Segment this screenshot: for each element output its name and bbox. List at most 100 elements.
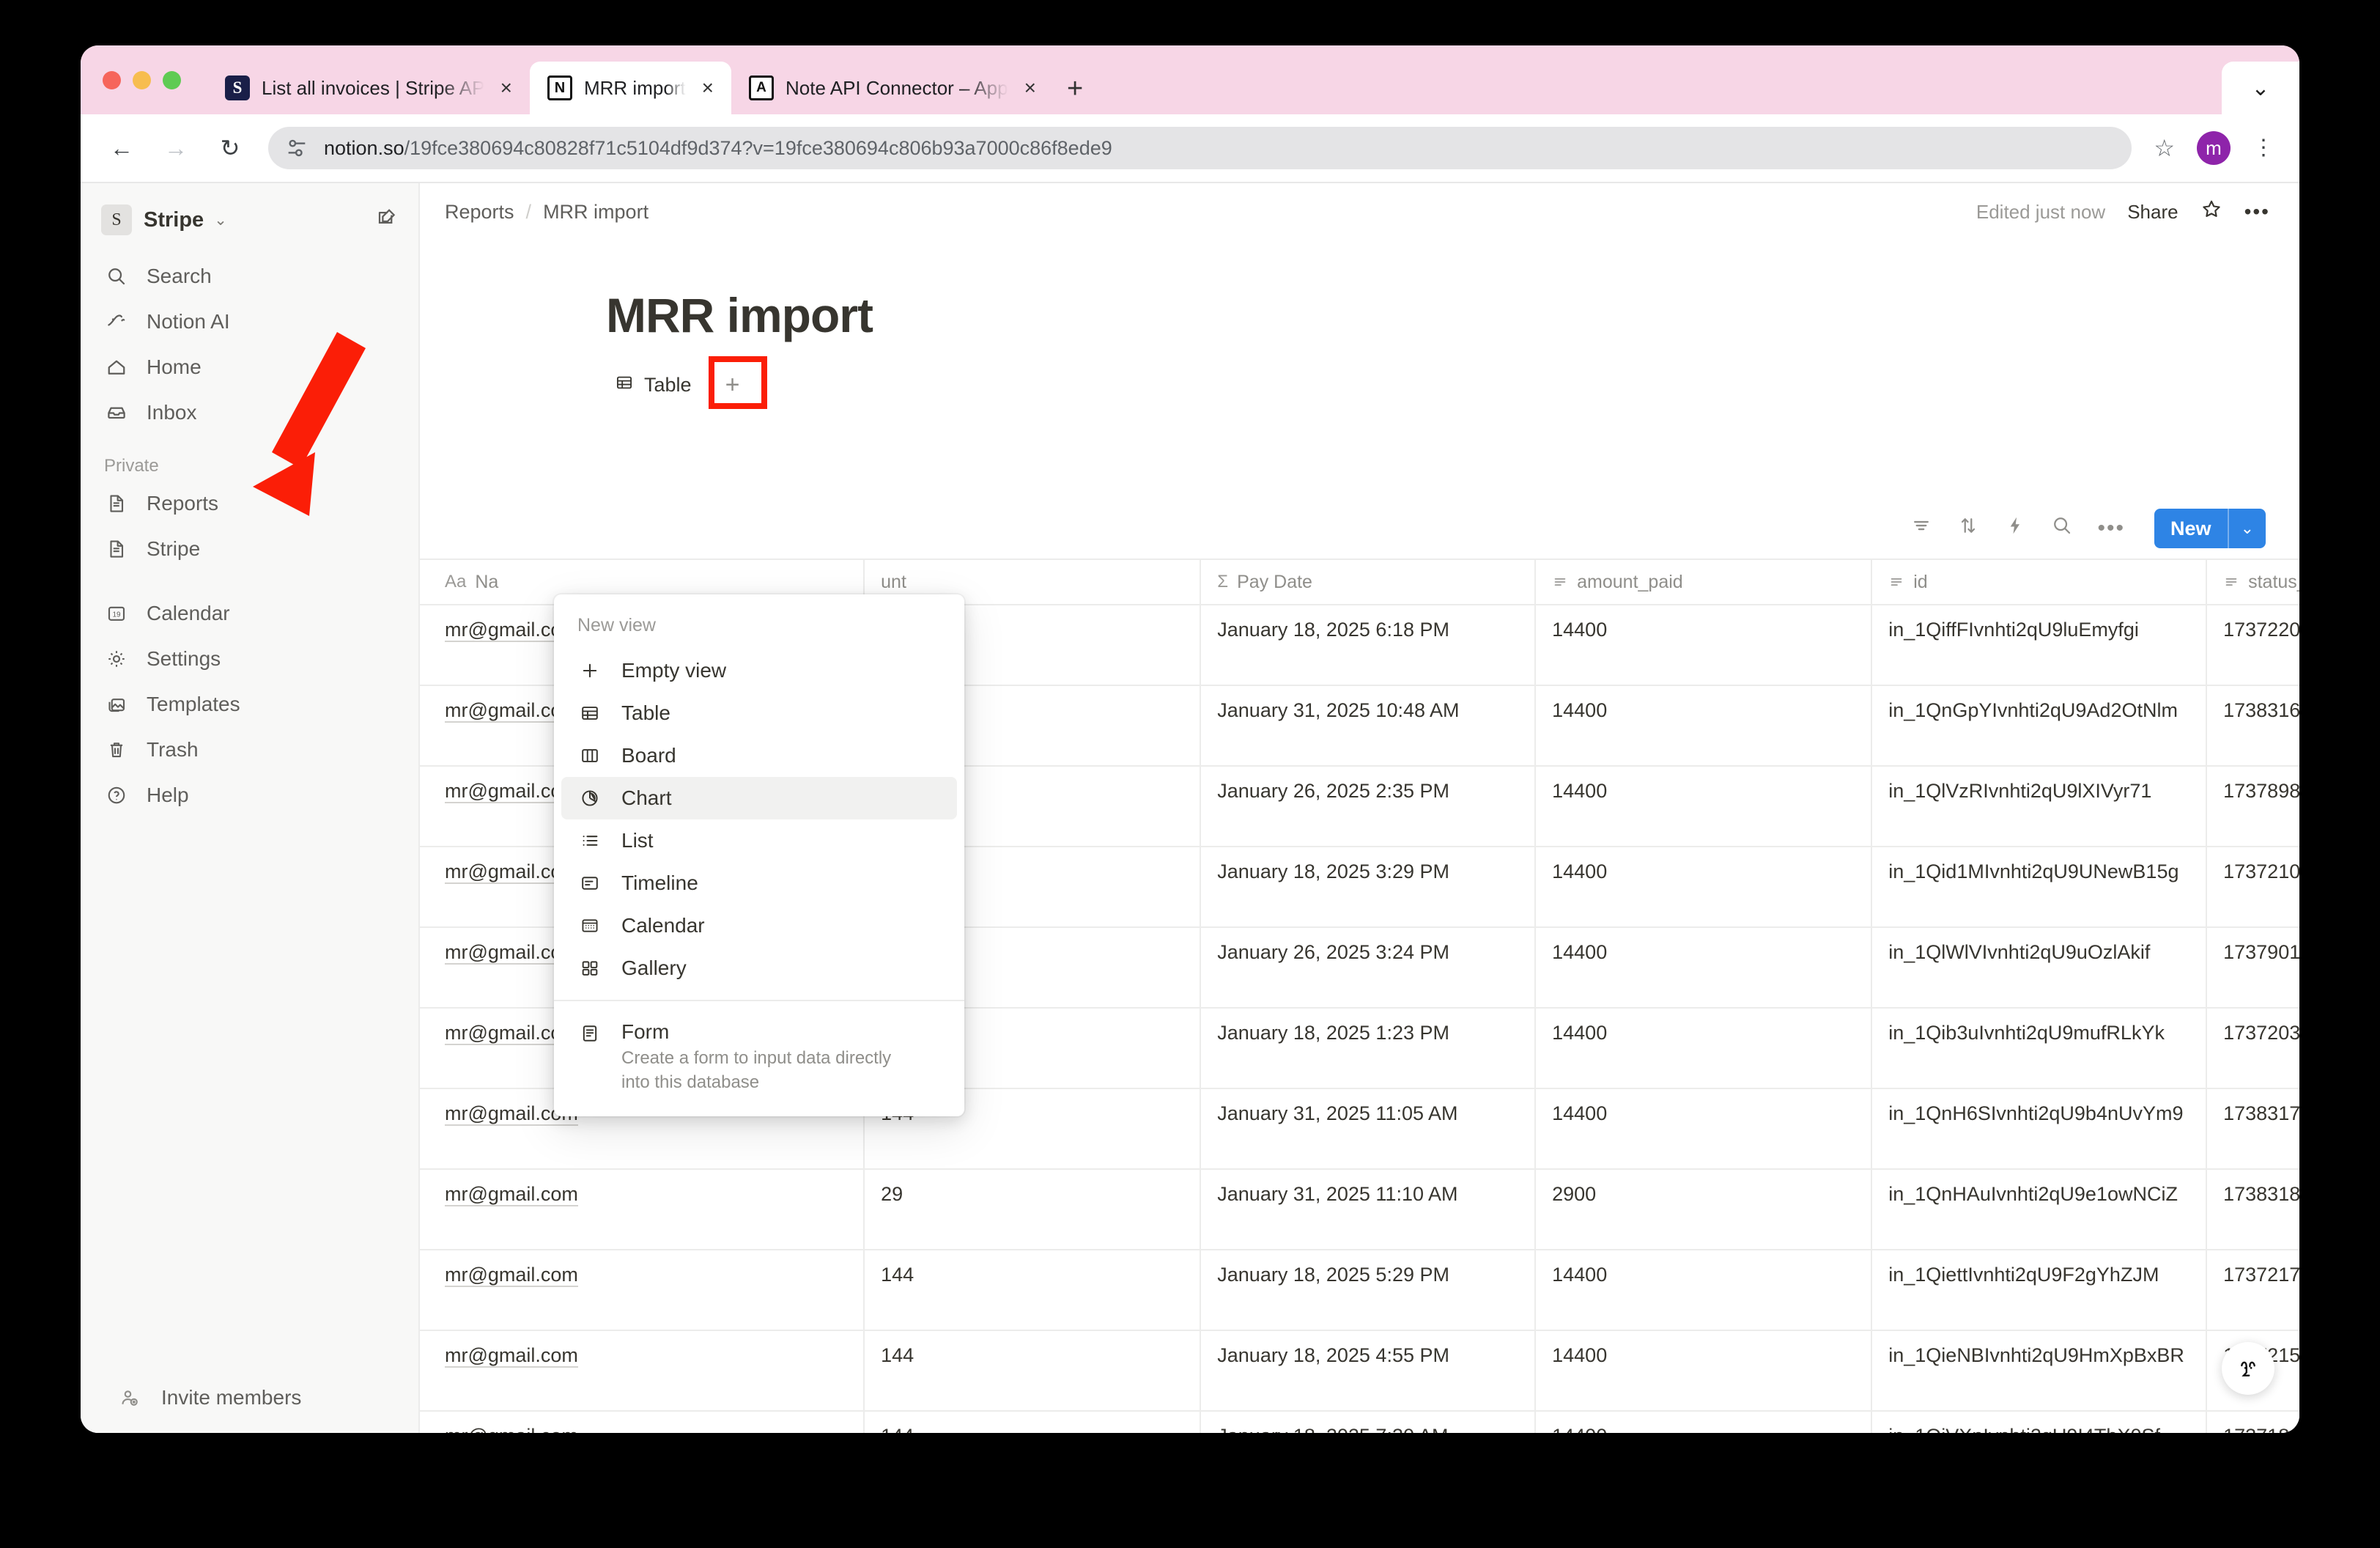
cell-pay-date[interactable]: January 18, 2025 1:23 PM [1200, 1008, 1537, 1089]
new-page-icon[interactable] [376, 207, 398, 234]
cell-pay-date[interactable]: January 18, 2025 3:29 PM [1200, 847, 1537, 928]
new-record-dropdown-chevron-down-icon[interactable]: ⌄ [2229, 509, 2266, 548]
cell-status-transitions-paid-at[interactable]: 1738316890 [2206, 685, 2299, 767]
cell-amount-paid[interactable]: 2900 [1535, 1169, 1873, 1250]
cell-id[interactable]: in_1QlVzRIvnhti2qU9lXIVyr71 [1871, 766, 2208, 847]
close-icon[interactable]: × [1020, 78, 1041, 98]
cell-id[interactable]: in_1QlWlVIvnhti2qU9uOzlAkif [1871, 927, 2208, 1009]
more-options-icon[interactable]: ••• [2098, 517, 2126, 539]
table-row[interactable]: mr@gmail.com 144 January 18, 2025 5:29 PM 1… [420, 1250, 2299, 1331]
cell-pay-date[interactable]: January 31, 2025 11:05 AM [1200, 1088, 1537, 1170]
back-button[interactable]: ← [106, 135, 138, 162]
sidebar-item-calendar[interactable]: 19 Calendar [94, 591, 405, 636]
cell-status-transitions-paid-at[interactable]: 1737217774 [2206, 1250, 2299, 1331]
browser-menu-icon[interactable]: ⋮ [2252, 137, 2274, 159]
close-icon[interactable]: × [496, 78, 517, 98]
column-header-amount-paid[interactable]: amount_paid [1535, 559, 1873, 605]
sidebar-item-search[interactable]: Search [94, 254, 405, 299]
view-tab-table[interactable]: Table [606, 367, 701, 403]
cell-amount[interactable]: 144 [864, 1411, 1202, 1433]
browser-tab-stripe-invoices[interactable]: S List all invoices | Stripe API Re × [207, 62, 530, 114]
page-more-options-icon[interactable]: ••• [2244, 201, 2270, 221]
invite-members-button[interactable]: Invite members [81, 1363, 418, 1433]
column-header-pay-date[interactable]: Σ Pay Date [1200, 559, 1537, 605]
cell-status-transitions-paid-at[interactable]: 1738318214 [2206, 1169, 2299, 1250]
menu-item-empty-view[interactable]: Empty view [561, 649, 957, 692]
menu-item-chart[interactable]: Chart [561, 777, 957, 819]
cell-pay-date[interactable]: January 26, 2025 2:35 PM [1200, 766, 1537, 847]
cell-name[interactable]: mr@gmail.com [420, 1330, 865, 1412]
close-window-button[interactable] [103, 70, 121, 89]
menu-item-board[interactable]: Board [561, 734, 957, 777]
cell-name[interactable]: mr@gmail.com [420, 1411, 865, 1433]
menu-item-form[interactable]: Form Create a form to input data directl… [561, 1011, 957, 1105]
cell-status-transitions-paid-at[interactable]: 1737203020 [2206, 1008, 2299, 1089]
cell-id[interactable]: in_1Qid1MIvnhti2qU9UNewB15g [1871, 847, 2208, 928]
column-header-status-transitions-paid-at[interactable]: status_transitions.paid… [2206, 559, 2299, 605]
cell-status-transitions-paid-at[interactable]: 1737210550 [2206, 847, 2299, 928]
cell-id[interactable]: in_1QiettIvnhti2qU9F2gYhZJM [1871, 1250, 2208, 1331]
reload-button[interactable]: ↻ [214, 134, 246, 162]
menu-item-calendar[interactable]: Calendar [561, 904, 957, 947]
browser-tab-note-api-connector[interactable]: A Note API Connector – App × [731, 62, 1054, 114]
notion-face-icon[interactable] [2222, 1342, 2274, 1395]
cell-id[interactable]: in_1QiffFIvnhti2qU9luEmyfgi [1871, 605, 2208, 686]
cell-amount[interactable]: 144 [864, 1330, 1202, 1412]
filter-icon[interactable] [1910, 515, 1932, 542]
cell-id[interactable]: in_1QiVXpIvnhti2qU9I4ThX0Sf [1871, 1411, 2208, 1433]
cell-pay-date[interactable]: January 31, 2025 10:48 AM [1200, 685, 1537, 767]
cell-name[interactable]: mr@gmail.com [420, 1169, 865, 1250]
tab-list-expand-button[interactable]: ⌄ [2222, 62, 2299, 114]
cell-amount-paid[interactable]: 14400 [1535, 1088, 1873, 1170]
name-link[interactable]: mr@gmail.com [445, 1344, 578, 1368]
name-link[interactable]: mr@gmail.com [445, 1264, 578, 1287]
menu-item-table[interactable]: Table [561, 692, 957, 734]
cell-status-transitions-paid-at[interactable]: 1737901487 [2206, 927, 2299, 1009]
sidebar-item-inbox[interactable]: Inbox [94, 390, 405, 435]
sidebar-item-help[interactable]: Help [94, 773, 405, 818]
cell-pay-date[interactable]: January 31, 2025 11:10 AM [1200, 1169, 1537, 1250]
address-bar[interactable]: notion.so/19fce380694c80828f71c5104df9d3… [268, 127, 2132, 169]
bookmark-star-icon[interactable]: ☆ [2154, 134, 2175, 162]
cell-id[interactable]: in_1Qib3uIvnhti2qU9mufRLkYk [1871, 1008, 2208, 1089]
table-row[interactable]: mr@gmail.com 144 January 18, 2025 4:55 PM 1… [420, 1330, 2299, 1412]
menu-item-gallery[interactable]: Gallery [561, 947, 957, 989]
new-tab-button[interactable]: + [1067, 75, 1083, 103]
sidebar-item-notion-ai[interactable]: Notion AI [94, 299, 405, 344]
cell-name[interactable]: mr@gmail.com [420, 1250, 865, 1331]
sidebar-item-home[interactable]: Home [94, 344, 405, 390]
sidebar-item-stripe[interactable]: Stripe [94, 526, 405, 572]
page-title[interactable]: MRR import [606, 287, 2299, 343]
cell-amount-paid[interactable]: 14400 [1535, 1330, 1873, 1412]
table-row[interactable]: mr@gmail.com144January 18, 2025 7:30 AM1… [420, 1411, 2299, 1433]
breadcrumb-item-mrr-import[interactable]: MRR import [543, 201, 648, 224]
forward-button[interactable]: → [160, 135, 192, 162]
cell-amount-paid[interactable]: 14400 [1535, 1411, 1873, 1433]
cell-amount-paid[interactable]: 14400 [1535, 766, 1873, 847]
name-link[interactable]: mr@gmail.com [445, 1425, 578, 1433]
cell-id[interactable]: in_1QnH6SIvnhti2qU9b4nUvYm9 [1871, 1088, 2208, 1170]
cell-id[interactable]: in_1QnGpYIvnhti2qU9Ad2OtNlm [1871, 685, 2208, 767]
cell-id[interactable]: in_1QnHAuIvnhti2qU9e1owNCiZ [1871, 1169, 2208, 1250]
cell-status-transitions-paid-at[interactable]: 1737220711 [2206, 605, 2299, 686]
menu-item-list[interactable]: List [561, 819, 957, 862]
automation-bolt-icon[interactable] [2004, 515, 2026, 542]
cell-amount-paid[interactable]: 14400 [1535, 605, 1873, 686]
cell-pay-date[interactable]: January 26, 2025 3:24 PM [1200, 927, 1537, 1009]
name-link[interactable]: mr@gmail.com [445, 1183, 578, 1206]
sidebar-item-reports[interactable]: Reports [94, 481, 405, 526]
workspace-switcher[interactable]: S Stripe ⌄ [94, 196, 405, 243]
sidebar-item-settings[interactable]: Settings [94, 636, 405, 682]
close-icon[interactable]: × [698, 78, 718, 98]
cell-status-transitions-paid-at[interactable]: 1738317938 [2206, 1088, 2299, 1170]
search-icon[interactable] [2051, 515, 2073, 542]
cell-amount-paid[interactable]: 14400 [1535, 1008, 1873, 1089]
cell-pay-date[interactable]: January 18, 2025 4:55 PM [1200, 1330, 1537, 1412]
cell-status-transitions-paid-at[interactable]: 1737898507 [2206, 766, 2299, 847]
cell-amount[interactable]: 29 [864, 1169, 1202, 1250]
table-row[interactable]: mr@gmail.com 29 January 31, 2025 11:10 AM 2… [420, 1169, 2299, 1250]
sidebar-item-templates[interactable]: Templates [94, 682, 405, 727]
maximize-window-button[interactable] [163, 70, 181, 89]
cell-amount[interactable]: 144 [864, 1250, 1202, 1331]
star-outline-icon[interactable] [2200, 198, 2222, 226]
